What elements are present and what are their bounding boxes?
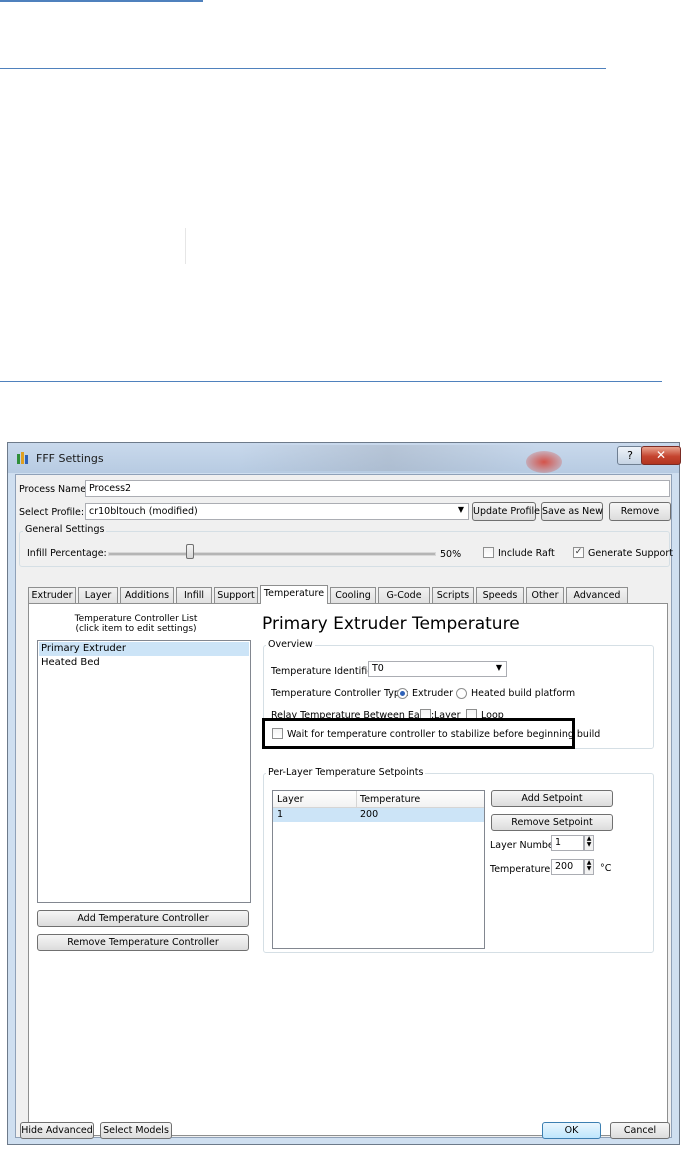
tab-speeds[interactable]: Speeds bbox=[476, 587, 524, 603]
layer-number-label: Layer Number bbox=[490, 840, 558, 851]
tab-bar: Extruder Layer Additions Infill Support Tempe… bbox=[28, 585, 668, 604]
column-divider bbox=[356, 791, 357, 807]
tab-cooling[interactable]: Cooling bbox=[330, 587, 376, 603]
remove-setpoint-button[interactable]: Remove Setpoint bbox=[491, 814, 613, 831]
page-title: Primary Extruder Temperature bbox=[262, 614, 520, 634]
controller-type-label: Temperature Controller Type: bbox=[271, 688, 409, 699]
remove-profile-button[interactable]: Remove bbox=[609, 502, 671, 521]
cancel-button[interactable]: Cancel bbox=[610, 1122, 670, 1139]
type-platform-label: Heated build platform bbox=[471, 688, 576, 699]
save-as-new-button[interactable]: Save as New bbox=[541, 502, 603, 521]
process-name-label: Process Name: bbox=[19, 484, 90, 495]
chevron-down-icon: ▼ bbox=[457, 505, 464, 514]
tab-scripts[interactable]: Scripts bbox=[432, 587, 474, 603]
temperature-spinner[interactable]: ▲ ▼ bbox=[584, 859, 594, 875]
setpoints-table[interactable]: Layer Temperature 1 200 bbox=[272, 790, 485, 949]
tab-layer[interactable]: Layer bbox=[78, 587, 118, 603]
update-profile-button[interactable]: Update Profile bbox=[472, 502, 540, 521]
type-extruder-radio[interactable] bbox=[397, 688, 408, 699]
profile-select[interactable]: cr10bltouch (modified) ▼ bbox=[85, 503, 469, 520]
setpoints-title: Per-Layer Temperature Setpoints bbox=[266, 767, 426, 778]
select-profile-label: Select Profile: bbox=[19, 507, 85, 518]
tab-temperature[interactable]: Temperature bbox=[260, 585, 328, 604]
profile-select-value: cr10bltouch (modified) bbox=[89, 506, 198, 517]
tab-other[interactable]: Other bbox=[526, 587, 564, 603]
temperature-identifier-value: T0 bbox=[372, 663, 384, 674]
list-item-selected[interactable]: Primary Extruder bbox=[39, 642, 249, 656]
infill-slider-thumb[interactable] bbox=[185, 544, 194, 559]
hide-advanced-button[interactable]: Hide Advanced bbox=[20, 1122, 94, 1139]
close-button[interactable]: ✕ bbox=[641, 446, 681, 465]
add-temperature-controller-button[interactable]: Add Temperature Controller bbox=[37, 910, 249, 927]
column-header-layer[interactable]: Layer bbox=[277, 794, 304, 805]
temperature-input[interactable]: 200 bbox=[551, 859, 584, 875]
chevron-down-icon: ▼ bbox=[495, 663, 502, 672]
temperature-unit: °C bbox=[600, 863, 612, 874]
column-header-temperature[interactable]: Temperature bbox=[360, 794, 420, 805]
tab-infill[interactable]: Infill bbox=[176, 587, 212, 603]
tab-extruder[interactable]: Extruder bbox=[28, 587, 76, 603]
infill-slider-track[interactable] bbox=[108, 552, 436, 556]
controller-list-caption: Temperature Controller List bbox=[74, 614, 198, 624]
general-settings-title: General Settings bbox=[23, 524, 107, 535]
doc-rule-2 bbox=[0, 381, 662, 382]
table-header: Layer Temperature bbox=[273, 791, 484, 808]
generate-support-label: Generate Support bbox=[588, 548, 673, 559]
temperature-identifier-select[interactable]: T0 ▼ bbox=[368, 661, 507, 677]
add-setpoint-button[interactable]: Add Setpoint bbox=[491, 790, 613, 807]
type-platform-radio[interactable] bbox=[456, 688, 467, 699]
generate-support-checkbox[interactable]: ✓ bbox=[573, 547, 584, 558]
ok-button[interactable]: OK bbox=[542, 1122, 601, 1139]
doc-rule-top bbox=[0, 0, 203, 2]
list-item-primary-extruder: Primary Extruder bbox=[41, 643, 127, 654]
select-models-button[interactable]: Select Models bbox=[100, 1122, 172, 1139]
tab-g-code[interactable]: G-Code bbox=[378, 587, 430, 603]
wait-stabilize-label: Wait for temperature controller to stabi… bbox=[287, 729, 601, 740]
list-item-heated-bed[interactable]: Heated Bed bbox=[41, 657, 100, 668]
background-artifact bbox=[526, 451, 562, 473]
tab-support[interactable]: Support bbox=[214, 587, 258, 603]
doc-cursor-mark bbox=[185, 228, 186, 264]
app-icon bbox=[17, 452, 28, 464]
temperature-identifier-label: Temperature Identifier bbox=[271, 666, 377, 677]
infill-value: 50% bbox=[440, 549, 462, 560]
process-name-input[interactable]: Process2 bbox=[85, 480, 670, 497]
fff-settings-window: FFF Settings ? ✕ Process Name: Process2 … bbox=[7, 442, 681, 1145]
temperature-label: Temperature bbox=[490, 864, 551, 875]
overview-title: Overview bbox=[266, 639, 315, 650]
highlight-box: Wait for temperature controller to stabi… bbox=[262, 718, 600, 749]
controller-list[interactable]: Primary Extruder Heated Bed bbox=[37, 640, 251, 903]
tab-additions[interactable]: Additions bbox=[120, 587, 174, 603]
title-bar-background bbox=[238, 445, 538, 471]
remove-temperature-controller-button[interactable]: Remove Temperature Controller bbox=[37, 934, 249, 951]
table-row[interactable]: 1 200 bbox=[273, 808, 484, 822]
include-raft-checkbox[interactable] bbox=[483, 547, 494, 558]
doc-rule-1 bbox=[0, 68, 606, 69]
layer-number-input[interactable]: 1 bbox=[551, 835, 584, 851]
controller-list-hint: (click item to edit settings) bbox=[75, 624, 197, 634]
title-bar[interactable]: FFF Settings ? ✕ bbox=[8, 443, 681, 473]
row-layer-cell: 1 bbox=[277, 809, 284, 820]
layer-number-spinner[interactable]: ▲ ▼ bbox=[584, 835, 594, 851]
help-button[interactable]: ? bbox=[617, 446, 643, 465]
include-raft-label: Include Raft bbox=[498, 548, 555, 559]
wait-stabilize-checkbox[interactable] bbox=[272, 728, 283, 739]
window-title: FFF Settings bbox=[36, 452, 104, 465]
infill-percentage-label: Infill Percentage: bbox=[27, 548, 107, 559]
temperature-tab-panel: Temperature Controller List (click item … bbox=[28, 603, 668, 1136]
tab-advanced[interactable]: Advanced bbox=[566, 587, 628, 603]
type-extruder-label: Extruder bbox=[412, 688, 454, 699]
dialog-client: Process Name: Process2 Select Profile: c… bbox=[15, 474, 673, 1139]
row-temperature-cell: 200 bbox=[360, 809, 379, 820]
